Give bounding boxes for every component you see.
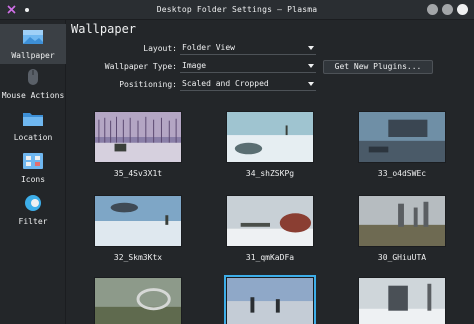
wallpaper-name: 30_GHiuUTA (377, 253, 427, 262)
wallpaper-preview (94, 111, 182, 163)
sidebar-item-wallpaper[interactable]: Wallpaper (0, 24, 66, 64)
wallpaper-preview (226, 195, 314, 247)
sidebar-item-label: Mouse Actions (1, 91, 65, 100)
positioning-label: Positioning: (119, 80, 177, 89)
sidebar-item-label: Wallpaper (11, 51, 55, 60)
sidebar-item-filter[interactable]: Filter (0, 190, 66, 230)
icons-grid-icon (23, 153, 43, 169)
wallpaper-type-combobox[interactable]: Image (180, 61, 316, 73)
wallpaper-name: 35_4Sv3X1t (113, 169, 163, 178)
wallpaper-preview (226, 111, 314, 163)
get-new-plugins-button[interactable]: Get New Plugins... (323, 60, 433, 74)
folder-icon (23, 113, 43, 126)
sidebar-item-label: Location (13, 133, 53, 142)
chevron-down-icon (308, 64, 314, 68)
layout-combobox[interactable]: Folder View (180, 43, 316, 55)
positioning-value: Scaled and Cropped (182, 79, 269, 88)
page-title: Wallpaper (71, 22, 137, 36)
wallpaper-type-value: Image (182, 61, 207, 70)
wallpaper-preview (358, 195, 446, 247)
scrollbar[interactable] (470, 20, 474, 324)
mouse-icon (28, 69, 38, 85)
chevron-down-icon (308, 46, 314, 50)
wallpaper-grid: 35_4Sv3X1t 34_shZSKPg 33_o4dSWEc 32_Skm3… (67, 108, 474, 324)
wallpaper-preview (94, 277, 182, 324)
sidebar: Wallpaper Mouse Actions Location Icons F… (0, 20, 66, 324)
wallpaper-preview (358, 277, 446, 324)
wallpaper-preview (226, 277, 314, 324)
sidebar-item-label: Icons (20, 175, 46, 184)
title-bar: Desktop Folder Settings — Plasma (0, 0, 474, 20)
wallpaper-name: 34_shZSKPg (245, 169, 295, 178)
minimize-button[interactable] (427, 4, 438, 15)
sidebar-item-mouse-actions[interactable]: Mouse Actions (0, 64, 66, 104)
layout-value: Folder View (182, 43, 235, 52)
close-button[interactable] (457, 4, 468, 15)
sidebar-item-label: Filter (18, 217, 48, 226)
wallpaper-icon (23, 30, 43, 44)
chevron-down-icon (308, 82, 314, 86)
wallpaper-type-label: Wallpaper Type: (104, 62, 177, 71)
wallpaper-name: 31_qmKaDFa (245, 253, 295, 262)
maximize-button[interactable] (442, 4, 453, 15)
sidebar-item-location[interactable]: Location (0, 106, 66, 146)
sidebar-item-icons[interactable]: Icons (0, 148, 66, 188)
filter-icon (25, 195, 41, 211)
wallpaper-preview (358, 111, 446, 163)
window-title: Desktop Folder Settings — Plasma (156, 5, 318, 14)
layout-label: Layout: (143, 44, 177, 53)
wallpaper-preview (94, 195, 182, 247)
main-panel: Wallpaper Layout: Folder View Wallpaper … (67, 20, 474, 324)
positioning-combobox[interactable]: Scaled and Cropped (180, 79, 316, 91)
wallpaper-name: 32_Skm3Ktx (113, 253, 163, 262)
wallpaper-name: 33_o4dSWEc (377, 169, 427, 178)
